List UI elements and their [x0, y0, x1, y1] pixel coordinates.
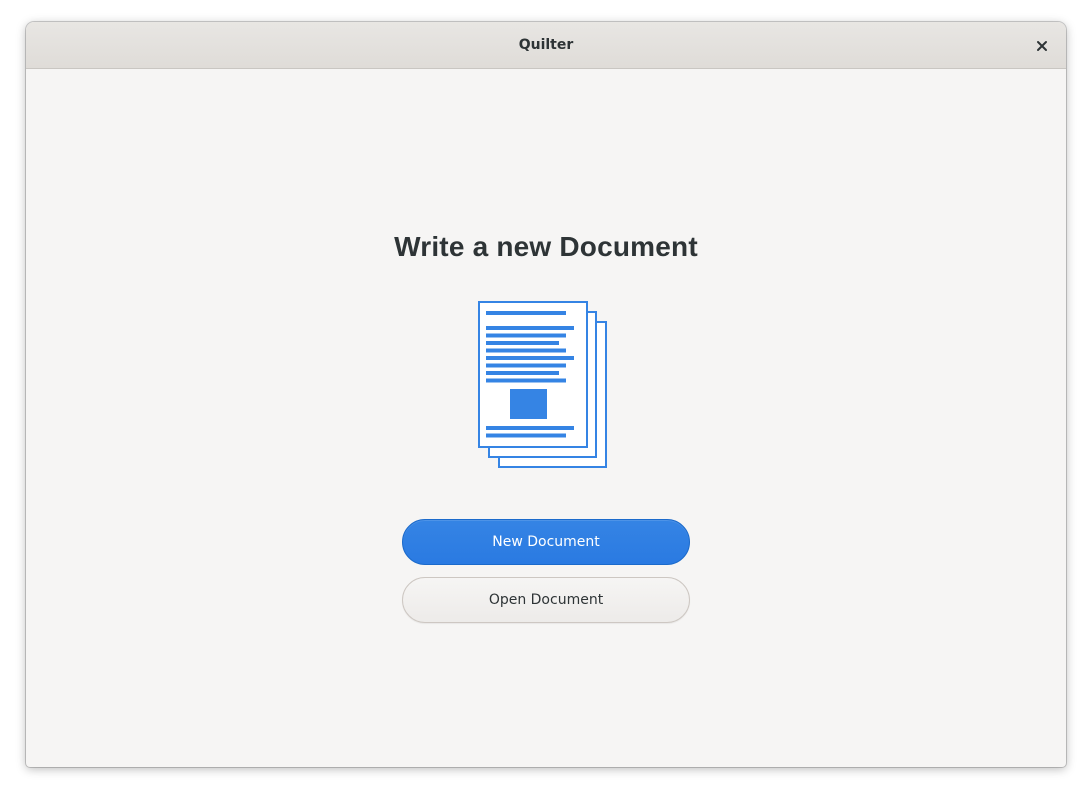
document-stack-icon — [478, 301, 607, 468]
window-title: Quilter — [518, 37, 574, 53]
new-document-button[interactable]: New Document — [402, 519, 690, 565]
welcome-view: Write a new Document New Document Open D… — [26, 69, 1066, 767]
close-icon — [1037, 41, 1047, 51]
header-bar: Quilter — [26, 22, 1066, 69]
open-document-button[interactable]: Open Document — [402, 577, 690, 623]
desktop: Quilter Write a new Document New Documen… — [0, 0, 1092, 796]
app-window: Quilter Write a new Document New Documen… — [26, 22, 1066, 767]
welcome-heading: Write a new Document — [394, 231, 698, 262]
close-button[interactable] — [1030, 34, 1054, 58]
